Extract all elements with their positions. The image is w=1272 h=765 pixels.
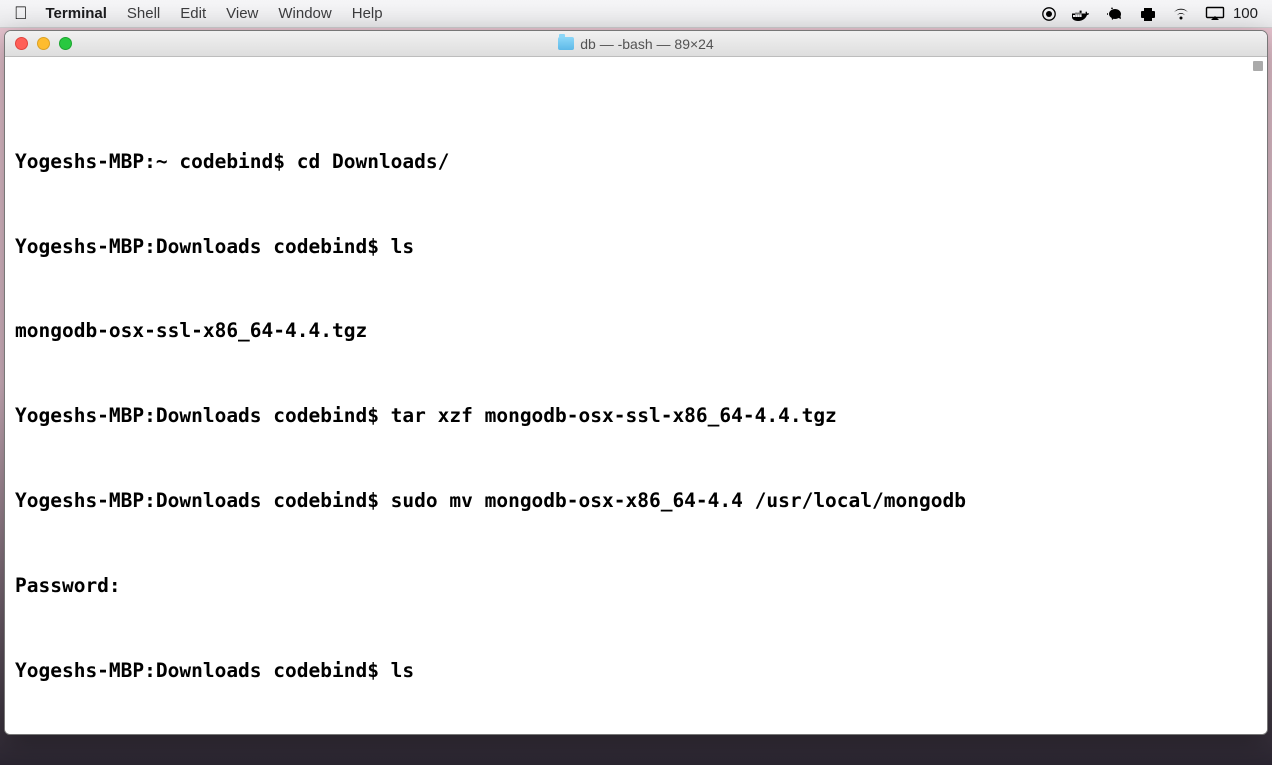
record-icon[interactable] — [1041, 6, 1057, 22]
menu-app-name[interactable]: Terminal — [46, 5, 107, 22]
apple-logo-icon[interactable]:  — [14, 3, 28, 24]
maximize-button[interactable] — [59, 37, 72, 50]
terminal-line: mongodb-osx-ssl-x86_64-4.4.tgz — [15, 317, 1257, 345]
terminal-line: Yogeshs-MBP:Downloads codebind$ sudo mv … — [15, 487, 1257, 515]
window-titlebar[interactable]: db — -bash — 89×24 — [5, 31, 1267, 57]
piggybank-icon[interactable] — [1105, 6, 1125, 22]
window-title-text: db — -bash — 89×24 — [580, 36, 713, 52]
terminal-line: Yogeshs-MBP:Downloads codebind$ tar xzf … — [15, 402, 1257, 430]
airplay-icon[interactable] — [1205, 6, 1225, 21]
window-title: db — -bash — 89×24 — [5, 36, 1267, 52]
menu-help[interactable]: Help — [352, 5, 383, 22]
folder-icon — [558, 37, 574, 50]
terminal-content[interactable]: Yogeshs-MBP:~ codebind$ cd Downloads/ Yo… — [5, 57, 1267, 734]
terminal-window: db — -bash — 89×24 Yogeshs-MBP:~ codebin… — [4, 30, 1268, 735]
menu-edit[interactable]: Edit — [180, 5, 206, 22]
docker-icon[interactable] — [1071, 6, 1091, 22]
printer-icon[interactable] — [1139, 6, 1157, 22]
terminal-line: Password: — [15, 572, 1257, 600]
menu-window[interactable]: Window — [278, 5, 331, 22]
macos-menubar:  Terminal Shell Edit View Window Help 1… — [0, 0, 1272, 28]
wifi-icon[interactable] — [1171, 7, 1191, 21]
battery-percentage: 100 — [1233, 5, 1258, 22]
minimize-button[interactable] — [37, 37, 50, 50]
menu-shell[interactable]: Shell — [127, 5, 160, 22]
close-button[interactable] — [15, 37, 28, 50]
scroll-indicator-icon[interactable] — [1253, 61, 1263, 71]
menu-view[interactable]: View — [226, 5, 258, 22]
terminal-line: Yogeshs-MBP:Downloads codebind$ ls — [15, 233, 1257, 261]
terminal-line: Yogeshs-MBP:Downloads codebind$ ls — [15, 657, 1257, 685]
terminal-line: Yogeshs-MBP:~ codebind$ cd Downloads/ — [15, 148, 1257, 176]
